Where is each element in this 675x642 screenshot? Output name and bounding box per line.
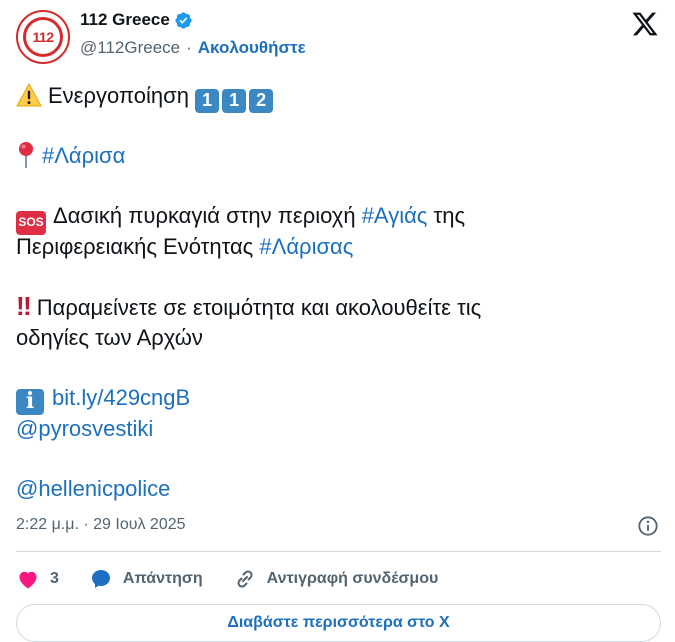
like-count: 3 — [50, 570, 59, 587]
tweet-line-fire-1: SOS Δασική πυρκαγιά στην περιοχή #Αγιάς τ… — [16, 200, 656, 235]
reply-button[interactable]: Απάντηση — [89, 567, 203, 591]
separator-dot: · — [186, 38, 192, 57]
link-icon — [237, 570, 253, 588]
activation-text: Ενεργοποίηση — [48, 83, 189, 108]
keycap-1-icon: 1 — [222, 88, 247, 113]
tweet-line-mention-1: @pyrosvestiki — [16, 413, 656, 444]
verified-badge-icon — [175, 11, 192, 29]
read-more-button[interactable]: Διαβάστε περισσότερα στο X — [16, 604, 661, 642]
display-name[interactable]: 112 Greece — [80, 10, 170, 30]
follow-link[interactable]: Ακολουθήστε — [198, 38, 306, 58]
pushpin-icon — [19, 142, 33, 168]
divider — [16, 551, 661, 552]
tweet-line-activation: Ενεργοποίηση 112 — [16, 80, 656, 113]
tweet-header: 112 112 Greece @112Greece · Ακολουθήστε — [16, 8, 661, 68]
speech-bubble-icon — [91, 570, 110, 588]
hashtag-larisa[interactable]: #Λάρισα — [42, 143, 125, 168]
tweet-line-mention-2: @hellenicpolice — [16, 473, 656, 504]
short-link[interactable]: bit.ly/429cngB — [52, 385, 190, 410]
info-circle-icon[interactable] — [637, 515, 659, 537]
heart-icon — [19, 571, 37, 589]
keycap-1-icon: 1 — [195, 88, 220, 113]
hashtag-larisas[interactable]: #Λάρισας — [259, 234, 353, 259]
tweet-line-link: i bit.ly/429cngB — [16, 382, 656, 415]
information-icon: i — [16, 388, 44, 415]
action-bar: 3 Απάντηση Αντιγραφή συνδέσμου — [16, 564, 468, 594]
x-logo-icon[interactable] — [631, 10, 659, 38]
tweet-line-warning-1: ‼ Παραμείνετε σε ετοιμότητα και ακολουθεί… — [16, 291, 656, 322]
tweet-line-fire-2: Περιφερειακής Ενότητας #Λάρισας — [16, 231, 656, 262]
mention-pyrosvestiki[interactable]: @pyrosvestiki — [16, 416, 153, 441]
reply-label: Απάντηση — [122, 570, 203, 587]
fire-text-a: Δασική πυρκαγιά στην περιοχή — [53, 203, 356, 228]
double-exclamation-icon: ‼ — [16, 291, 32, 321]
keycap-2-icon: 2 — [249, 88, 274, 113]
mention-hellenicpolice[interactable]: @hellenicpolice — [16, 476, 170, 501]
handle[interactable]: @112Greece — [80, 38, 180, 58]
avatar[interactable]: 112 — [16, 10, 70, 64]
tweet-line-location: #Λάρισα — [16, 140, 656, 171]
hashtag-agias[interactable]: #Αγιάς — [362, 203, 428, 228]
copy-link-button[interactable]: Αντιγραφή συνδέσμου — [233, 567, 439, 591]
tweet-timestamp[interactable]: 2:22 μ.μ. · 29 Ιουλ 2025 — [16, 516, 186, 534]
like-button[interactable]: 3 — [16, 567, 59, 591]
copy-link-label: Αντιγραφή συνδέσμου — [266, 570, 439, 587]
tweet-line-warning-2: οδηγίες των Αρχών — [16, 322, 656, 353]
warning-text-a: Παραμείνετε σε ετοιμότητα και ακολουθείτ… — [36, 295, 482, 320]
name-row: 112 Greece — [80, 10, 193, 30]
fire-text-b: της — [433, 203, 466, 228]
warning-text-b: οδηγίες των Αρχών — [16, 325, 203, 350]
tweet-card: 112 112 Greece @112Greece · Ακολουθήστε … — [0, 0, 675, 642]
warning-icon — [16, 83, 42, 107]
fire-text-c: Περιφερειακής Ενότητας — [16, 234, 254, 259]
handle-row: @112Greece · Ακολουθήστε — [80, 38, 306, 58]
avatar-logo: 112 — [23, 17, 63, 57]
tweet-text: Ενεργοποίηση 112 #Λάρισα SOS Δασική πυρκα… — [16, 80, 656, 504]
